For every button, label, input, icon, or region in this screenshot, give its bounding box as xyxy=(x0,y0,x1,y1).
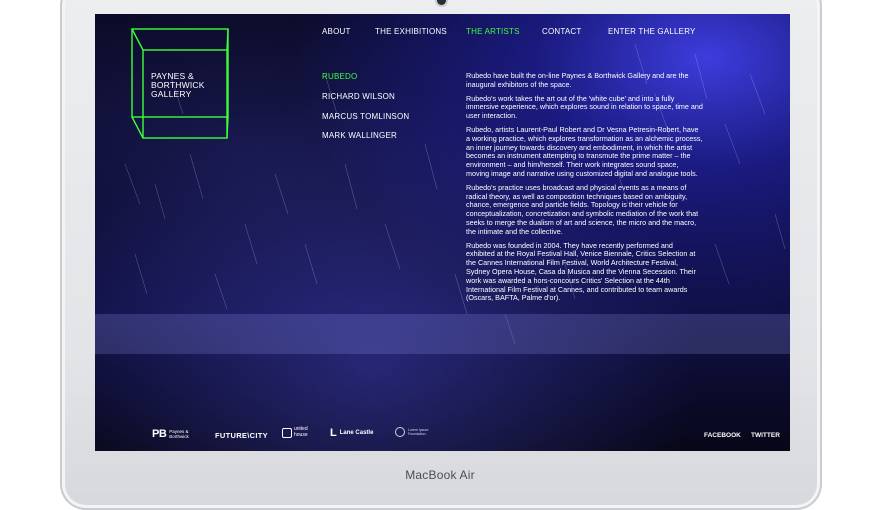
artist-marcus-tomlinson[interactable]: MARCUS TOMLINSON xyxy=(322,112,409,121)
united-house-icon xyxy=(282,427,292,438)
pb-mark: PB xyxy=(152,428,167,440)
twitter-link[interactable]: TWITTER xyxy=(751,432,780,439)
lane-castle-icon: L xyxy=(330,427,337,439)
artist-richard-wilson[interactable]: RICHARD WILSON xyxy=(322,92,395,101)
logo-line: GALLERY xyxy=(151,89,192,99)
foundation-icon xyxy=(395,427,405,437)
nav-contact[interactable]: CONTACT xyxy=(542,27,581,36)
sponsor-future-city[interactable]: FUTURE\CITY xyxy=(215,431,268,440)
nav-about[interactable]: ABOUT xyxy=(322,27,351,36)
nav-exhibitions[interactable]: THE EXHIBITIONS xyxy=(375,27,447,36)
artist-mark-wallinger[interactable]: MARK WALLINGER xyxy=(322,131,397,140)
artist-rubedo[interactable]: RUBEDO xyxy=(322,72,357,81)
bio-paragraph: Rubedo have built the on-line Paynes & B… xyxy=(466,71,689,89)
sponsor-paynes-borthwick[interactable]: PB Paynes & Borthwick xyxy=(152,428,197,440)
lane-castle-text: Lane Castle xyxy=(339,430,374,436)
bio-paragraph: Rubedo was founded in 2004. They have re… xyxy=(466,240,696,303)
nav-artists[interactable]: THE ARTISTS xyxy=(466,27,520,36)
device-model-label: MacBook Air xyxy=(405,468,475,482)
pb-text: Paynes & Borthwick xyxy=(169,429,189,439)
logo-text[interactable]: PAYNES & BORTHWICK GALLERY xyxy=(151,72,205,99)
sponsor-united-house[interactable]: united house xyxy=(282,426,322,438)
bio-paragraph: Rubedo's practice uses broadcast and phy… xyxy=(466,182,699,236)
sponsor-lane-castle[interactable]: L Lane Castle xyxy=(330,427,373,439)
bio-paragraph: Rubedo, artists Laurent-Paul Robert and … xyxy=(466,124,703,178)
united-house-text: united house xyxy=(294,426,308,438)
bio-paragraph: Rubedo's work takes the art out of the '… xyxy=(466,93,703,121)
foundation-text: Lorem Ipsum Foundation xyxy=(408,428,429,436)
screen: PAYNES & BORTHWICK GALLERY ABOUT THE EXH… xyxy=(95,14,790,451)
facebook-link[interactable]: FACEBOOK xyxy=(704,432,741,439)
artist-bio: Rubedo have built the on-line Paynes & B… xyxy=(466,71,703,308)
sponsor-foundation[interactable]: Lorem Ipsum Foundation xyxy=(395,427,438,437)
nav-enter-gallery[interactable]: ENTER THE GALLERY xyxy=(608,27,696,36)
